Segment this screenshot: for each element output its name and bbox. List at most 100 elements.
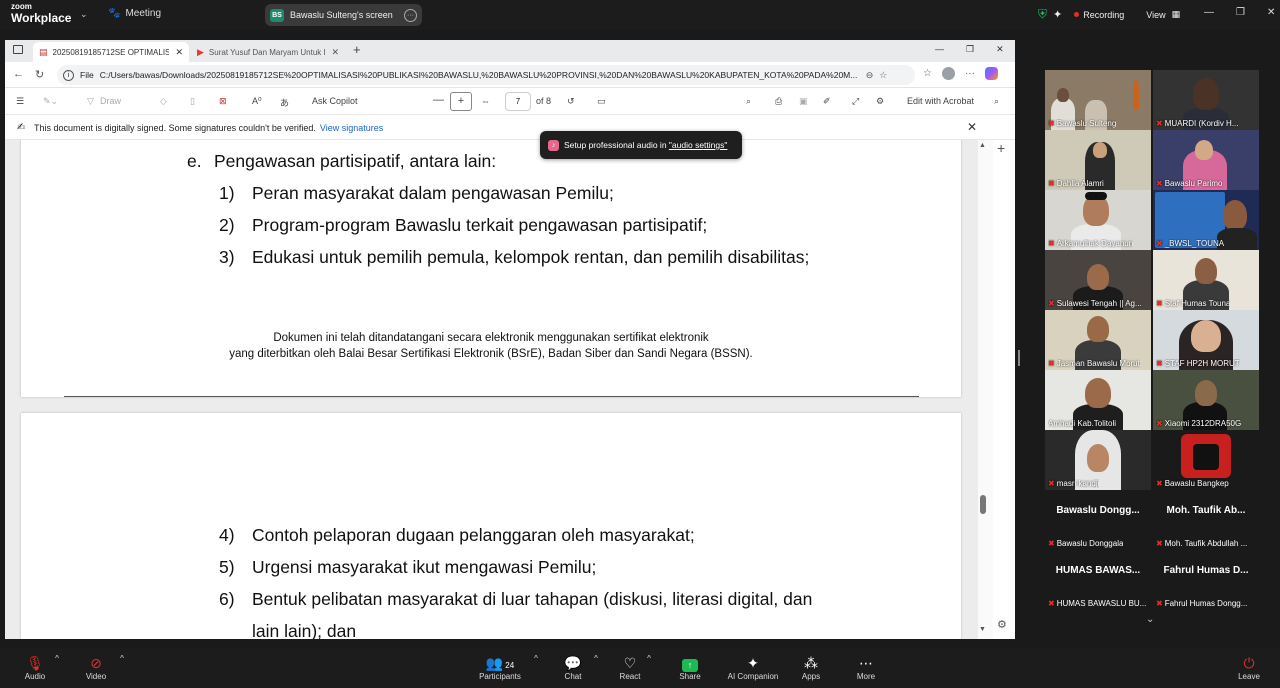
zoom-in-icon[interactable]: + xyxy=(450,92,472,111)
participant-tile-no-video[interactable]: Moh. Taufik Ab... ✖ Moh. Taufik Abdullah … xyxy=(1153,490,1259,550)
participant-tile[interactable]: ✖ Bawaslu Sulteng xyxy=(1045,70,1151,130)
pdf-viewport[interactable]: e. Pengawasan partisipatif, antara lain:… xyxy=(5,140,993,639)
close-icon[interactable]: ✕ xyxy=(1267,7,1275,18)
list-marker: 4) xyxy=(219,525,235,545)
participant-tile-no-video[interactable]: Fahrul Humas D... ✖ Fahrul Humas Dongg... xyxy=(1153,550,1259,610)
pdf-scrollbar[interactable]: ▲ ▼ xyxy=(978,140,993,639)
url-input[interactable]: i File C:/Users/bawas/Downloads/20250819… xyxy=(57,65,915,85)
copilot-icon[interactable] xyxy=(984,67,998,80)
sparkle-icon[interactable]: ✦ xyxy=(1053,8,1062,21)
page-number-input[interactable]: 7 xyxy=(505,92,531,111)
participant-tile[interactable]: ✖ _BWSL_TOUNA xyxy=(1153,190,1259,250)
chevron-down-icon[interactable]: ⌄ xyxy=(80,9,88,20)
save-as-icon[interactable]: ✐ xyxy=(823,96,831,107)
tab-actions-icon[interactable] xyxy=(13,45,23,54)
page-view-icon[interactable]: ▯ xyxy=(190,96,195,107)
close-tab-icon[interactable]: ✕ xyxy=(175,47,183,58)
edit-with-acrobat-button[interactable]: Edit with Acrobat xyxy=(907,96,974,106)
draw-label[interactable]: Draw xyxy=(100,96,121,106)
close-icon[interactable]: ✕ xyxy=(967,120,977,134)
avatar[interactable] xyxy=(941,67,955,80)
chevron-up-icon[interactable]: ^ xyxy=(52,654,62,663)
add-icon[interactable]: + xyxy=(997,140,1005,156)
minimize-icon[interactable]: — xyxy=(935,44,944,55)
ai-companion-button[interactable]: ✦ AI Companion xyxy=(723,654,783,681)
grid-view-icon[interactable]: ▦ xyxy=(1172,9,1181,20)
info-icon[interactable]: i xyxy=(63,69,74,81)
highlight-icon[interactable]: ✎⌄ xyxy=(43,96,58,107)
view-label[interactable]: View xyxy=(1146,10,1165,20)
participant-tile-active-speaker[interactable]: Amhadi Kab.Tolitoli xyxy=(1045,370,1151,430)
new-tab-icon[interactable]: + xyxy=(353,42,361,57)
more-button[interactable]: ⋯ More xyxy=(836,654,896,681)
gear-icon[interactable]: ⚙ xyxy=(997,618,1007,631)
read-aloud-icon[interactable]: A⁰ xyxy=(252,96,262,107)
zoom-icon[interactable]: ⊖ xyxy=(866,70,874,81)
screen-share-indicator[interactable]: BS Bawaslu Sulteng's screen ··· xyxy=(265,4,422,26)
scroll-up-icon[interactable]: ▲ xyxy=(979,142,986,149)
more-icon[interactable]: ··· xyxy=(404,8,417,22)
participant-tile[interactable]: ✖ Staf Humas Touna xyxy=(1153,250,1259,310)
save-icon[interactable]: ▣ xyxy=(799,96,808,107)
share-button[interactable]: ↑ Share xyxy=(660,654,720,681)
favorites-icon[interactable]: ☆ xyxy=(923,68,932,79)
add-text-icon[interactable]: ⊠ xyxy=(219,96,227,107)
print-icon[interactable]: ⎙ xyxy=(775,96,782,107)
participant-tile-no-video[interactable]: HUMAS BAWAS... ✖ HUMAS BAWASLU BU... xyxy=(1045,550,1151,610)
signature-notification-bar: ✍ This document is digitally signed. Som… xyxy=(5,115,1015,140)
apps-button[interactable]: ⁂ Apps xyxy=(781,654,841,681)
participant-tile[interactable]: ✖ Arkamulhak Dayanun xyxy=(1045,190,1151,250)
view-signatures-link[interactable]: View signatures xyxy=(320,123,383,133)
tab-pdf[interactable]: ▤ 20250819185712SE OPTIMALISASI PUBLIKAS… xyxy=(33,42,189,62)
restore-icon[interactable]: ❐ xyxy=(1236,7,1245,18)
draw-icon[interactable]: ▽ xyxy=(87,96,94,107)
zoom-out-icon[interactable]: — xyxy=(433,94,444,106)
participant-tile[interactable]: ✖ Sulawesi Tengah || Ag... xyxy=(1045,250,1151,310)
participant-tile[interactable]: ✖ masri kandji xyxy=(1045,430,1151,490)
chevron-up-icon[interactable]: ^ xyxy=(644,654,654,663)
chevron-up-icon[interactable]: ^ xyxy=(531,654,541,663)
erase-icon[interactable]: ◇ xyxy=(160,96,167,107)
audio-settings-link[interactable]: "audio settings" xyxy=(669,140,728,150)
participant-tile[interactable]: ✖ Jasman Bawaslu Morut xyxy=(1045,310,1151,370)
refresh-icon[interactable]: ↻ xyxy=(35,68,44,81)
scroll-down-icon[interactable]: ▼ xyxy=(979,626,986,633)
audio-settings-toast[interactable]: ♪ Setup professional audio in "audio set… xyxy=(540,131,742,159)
star-icon[interactable]: ☆ xyxy=(879,70,887,81)
shield-check-icon[interactable]: ⛨ xyxy=(1038,7,1047,22)
recording-label[interactable]: Recording xyxy=(1083,10,1124,20)
fullscreen-icon[interactable]: ⤢ xyxy=(852,96,859,107)
contents-icon[interactable]: ☰ xyxy=(16,96,24,107)
minimize-icon[interactable]: — xyxy=(1204,7,1214,18)
participant-tile[interactable]: ✖ MUARDI (Kordiv H... xyxy=(1153,70,1259,130)
participant-tile[interactable]: ✖ Xiaomi 2312DRA50G xyxy=(1153,370,1259,430)
participant-tile[interactable]: ✖ Bawaslu Bangkep xyxy=(1153,430,1259,490)
participant-tile[interactable]: ✖ Bawaslu Parimo xyxy=(1153,130,1259,190)
scrollbar-thumb[interactable] xyxy=(980,495,986,514)
sidebar-search-icon[interactable]: ⌕ xyxy=(994,96,999,107)
chevron-up-icon[interactable]: ^ xyxy=(117,654,127,663)
gallery-resize-handle[interactable] xyxy=(1018,350,1020,366)
chevron-down-icon[interactable]: ⌄ xyxy=(1146,614,1154,625)
gear-icon[interactable]: ⚙ xyxy=(876,96,884,107)
close-tab-icon[interactable]: ✕ xyxy=(331,47,339,58)
close-icon[interactable]: ✕ xyxy=(996,44,1004,55)
search-icon[interactable]: ⌕ xyxy=(746,96,751,107)
mic-muted-icon: ✖ xyxy=(1048,539,1055,548)
meeting-button[interactable]: 🐾 Meeting xyxy=(108,8,161,19)
restore-icon[interactable]: ❐ xyxy=(966,44,974,55)
rotate-icon[interactable]: ↺ xyxy=(567,96,575,107)
fit-page-icon[interactable]: ⇔ xyxy=(481,96,490,106)
back-icon[interactable]: ← xyxy=(13,68,24,80)
mic-muted-icon: ✖ xyxy=(1156,599,1163,608)
tab-youtube[interactable]: ▶ Surat Yusuf Dan Maryam Untuk Ibu Hamil… xyxy=(191,42,345,62)
settings-more-icon[interactable]: ··· xyxy=(965,68,975,79)
participant-tile-no-video[interactable]: Bawaslu Dongg... ✖ Bawaslu Donggala xyxy=(1045,490,1151,550)
leave-button[interactable]: ⏻ Leave xyxy=(1219,654,1279,681)
translate-icon[interactable]: あ xyxy=(280,96,289,109)
participants-button[interactable]: 👥 24 Participants xyxy=(470,654,530,681)
ask-copilot-button[interactable]: Ask Copilot xyxy=(312,96,358,106)
participant-tile[interactable]: ✖ Dahlia Alamri xyxy=(1045,130,1151,190)
page-layout-icon[interactable]: ▭ xyxy=(597,96,606,107)
participant-tile[interactable]: ✖ STAF HP2H MORUT xyxy=(1153,310,1259,370)
